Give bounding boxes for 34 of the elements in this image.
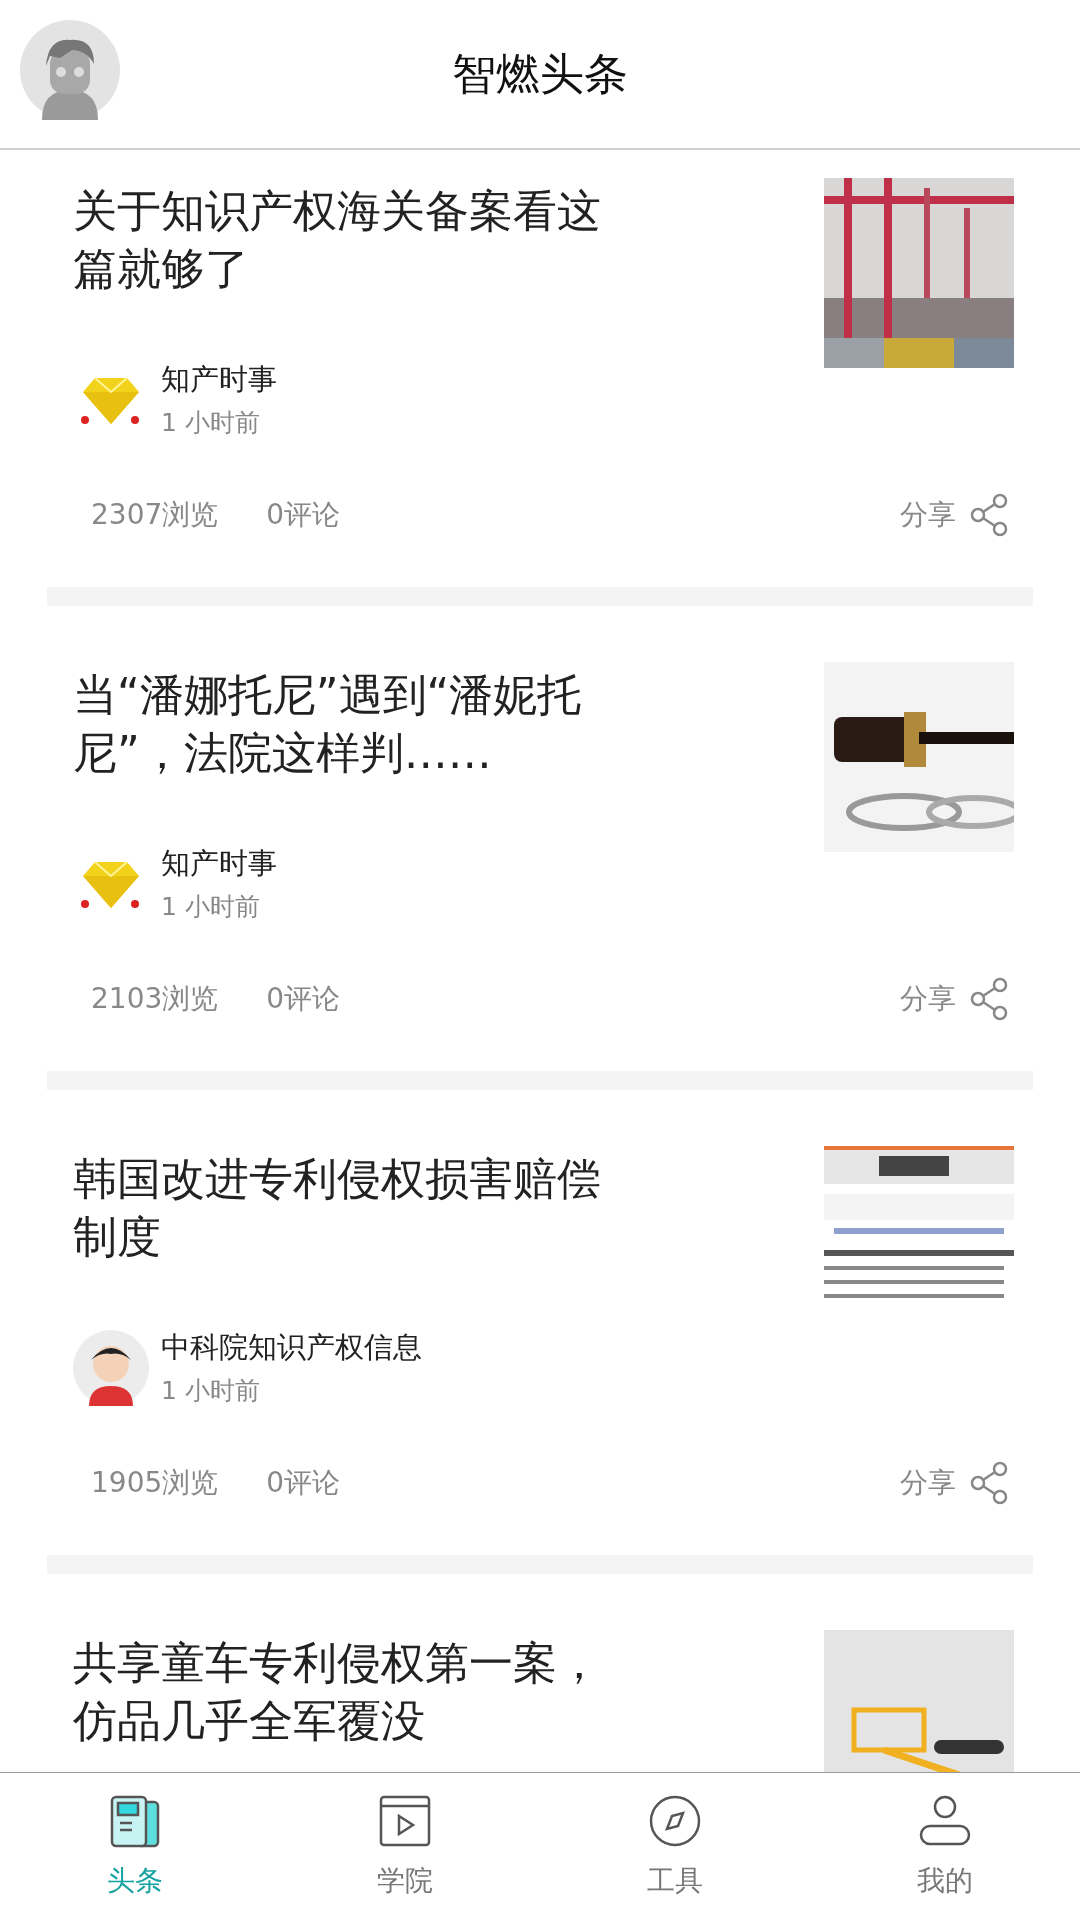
author-name: 知产时事 bbox=[161, 845, 277, 882]
avatar-icon bbox=[73, 1329, 149, 1406]
author-name: 知产时事 bbox=[161, 361, 277, 398]
nav-tab[interactable]: 工具 bbox=[540, 1773, 810, 1920]
view-count: 2103浏览 bbox=[91, 981, 219, 1017]
article-card[interactable]: 关于知识产权海关备案看这篇就够了 知产时事 1 小时前 2307浏览 0评论 分享 bbox=[0, 150, 1080, 587]
app-title: 智燃头条 bbox=[452, 46, 628, 101]
nav-tab[interactable]: 头条 bbox=[0, 1773, 270, 1920]
view-count: 1905浏览 bbox=[91, 1465, 219, 1501]
comment-count: 0评论 bbox=[266, 1465, 341, 1501]
article-card[interactable]: 韩国改进专利侵权损害赔偿制度 中科院知识产权信息 1 小时前 1905浏览 0评论 分享 bbox=[0, 1090, 1080, 1555]
share-button[interactable]: 分享 bbox=[900, 977, 1012, 1021]
comment-count: 0评论 bbox=[266, 497, 341, 533]
article-title: 当“潘娜托尼”遇到“潘妮托尼”，法院这样判…… bbox=[73, 668, 583, 780]
compass-icon bbox=[648, 1793, 702, 1848]
newspaper-icon bbox=[108, 1793, 162, 1848]
article-title: 共享童车专利侵权第一案，仿品几乎全军覆没 bbox=[73, 1636, 602, 1748]
comment-count: 0评论 bbox=[266, 981, 341, 1017]
share-button[interactable]: 分享 bbox=[900, 493, 1012, 537]
play-icon bbox=[378, 1793, 432, 1848]
nav-tab[interactable]: 学院 bbox=[270, 1773, 540, 1920]
person-icon bbox=[918, 1793, 972, 1848]
article-title: 韩国改进专利侵权损害赔偿制度 bbox=[73, 1152, 602, 1264]
view-count: 2307浏览 bbox=[91, 497, 219, 533]
post-time: 1 小时前 bbox=[161, 1375, 261, 1407]
avatar-icon[interactable] bbox=[20, 20, 120, 120]
share-button[interactable]: 分享 bbox=[900, 1461, 1012, 1505]
author-name: 中科院知识产权信息 bbox=[161, 1329, 422, 1366]
article-title: 关于知识产权海关备案看这篇就够了 bbox=[73, 184, 602, 296]
post-time: 1 小时前 bbox=[161, 891, 261, 923]
post-time: 1 小时前 bbox=[161, 407, 261, 439]
nav-tab[interactable]: 我的 bbox=[810, 1773, 1080, 1920]
article-card[interactable]: 当“潘娜托尼”遇到“潘妮托尼”，法院这样判…… 知产时事 1 小时前 2103浏览 0评论 分享 bbox=[0, 606, 1080, 1071]
article-card[interactable]: 共享童车专利侵权第一案，仿品几乎全军覆没 bbox=[0, 1574, 1080, 1772]
